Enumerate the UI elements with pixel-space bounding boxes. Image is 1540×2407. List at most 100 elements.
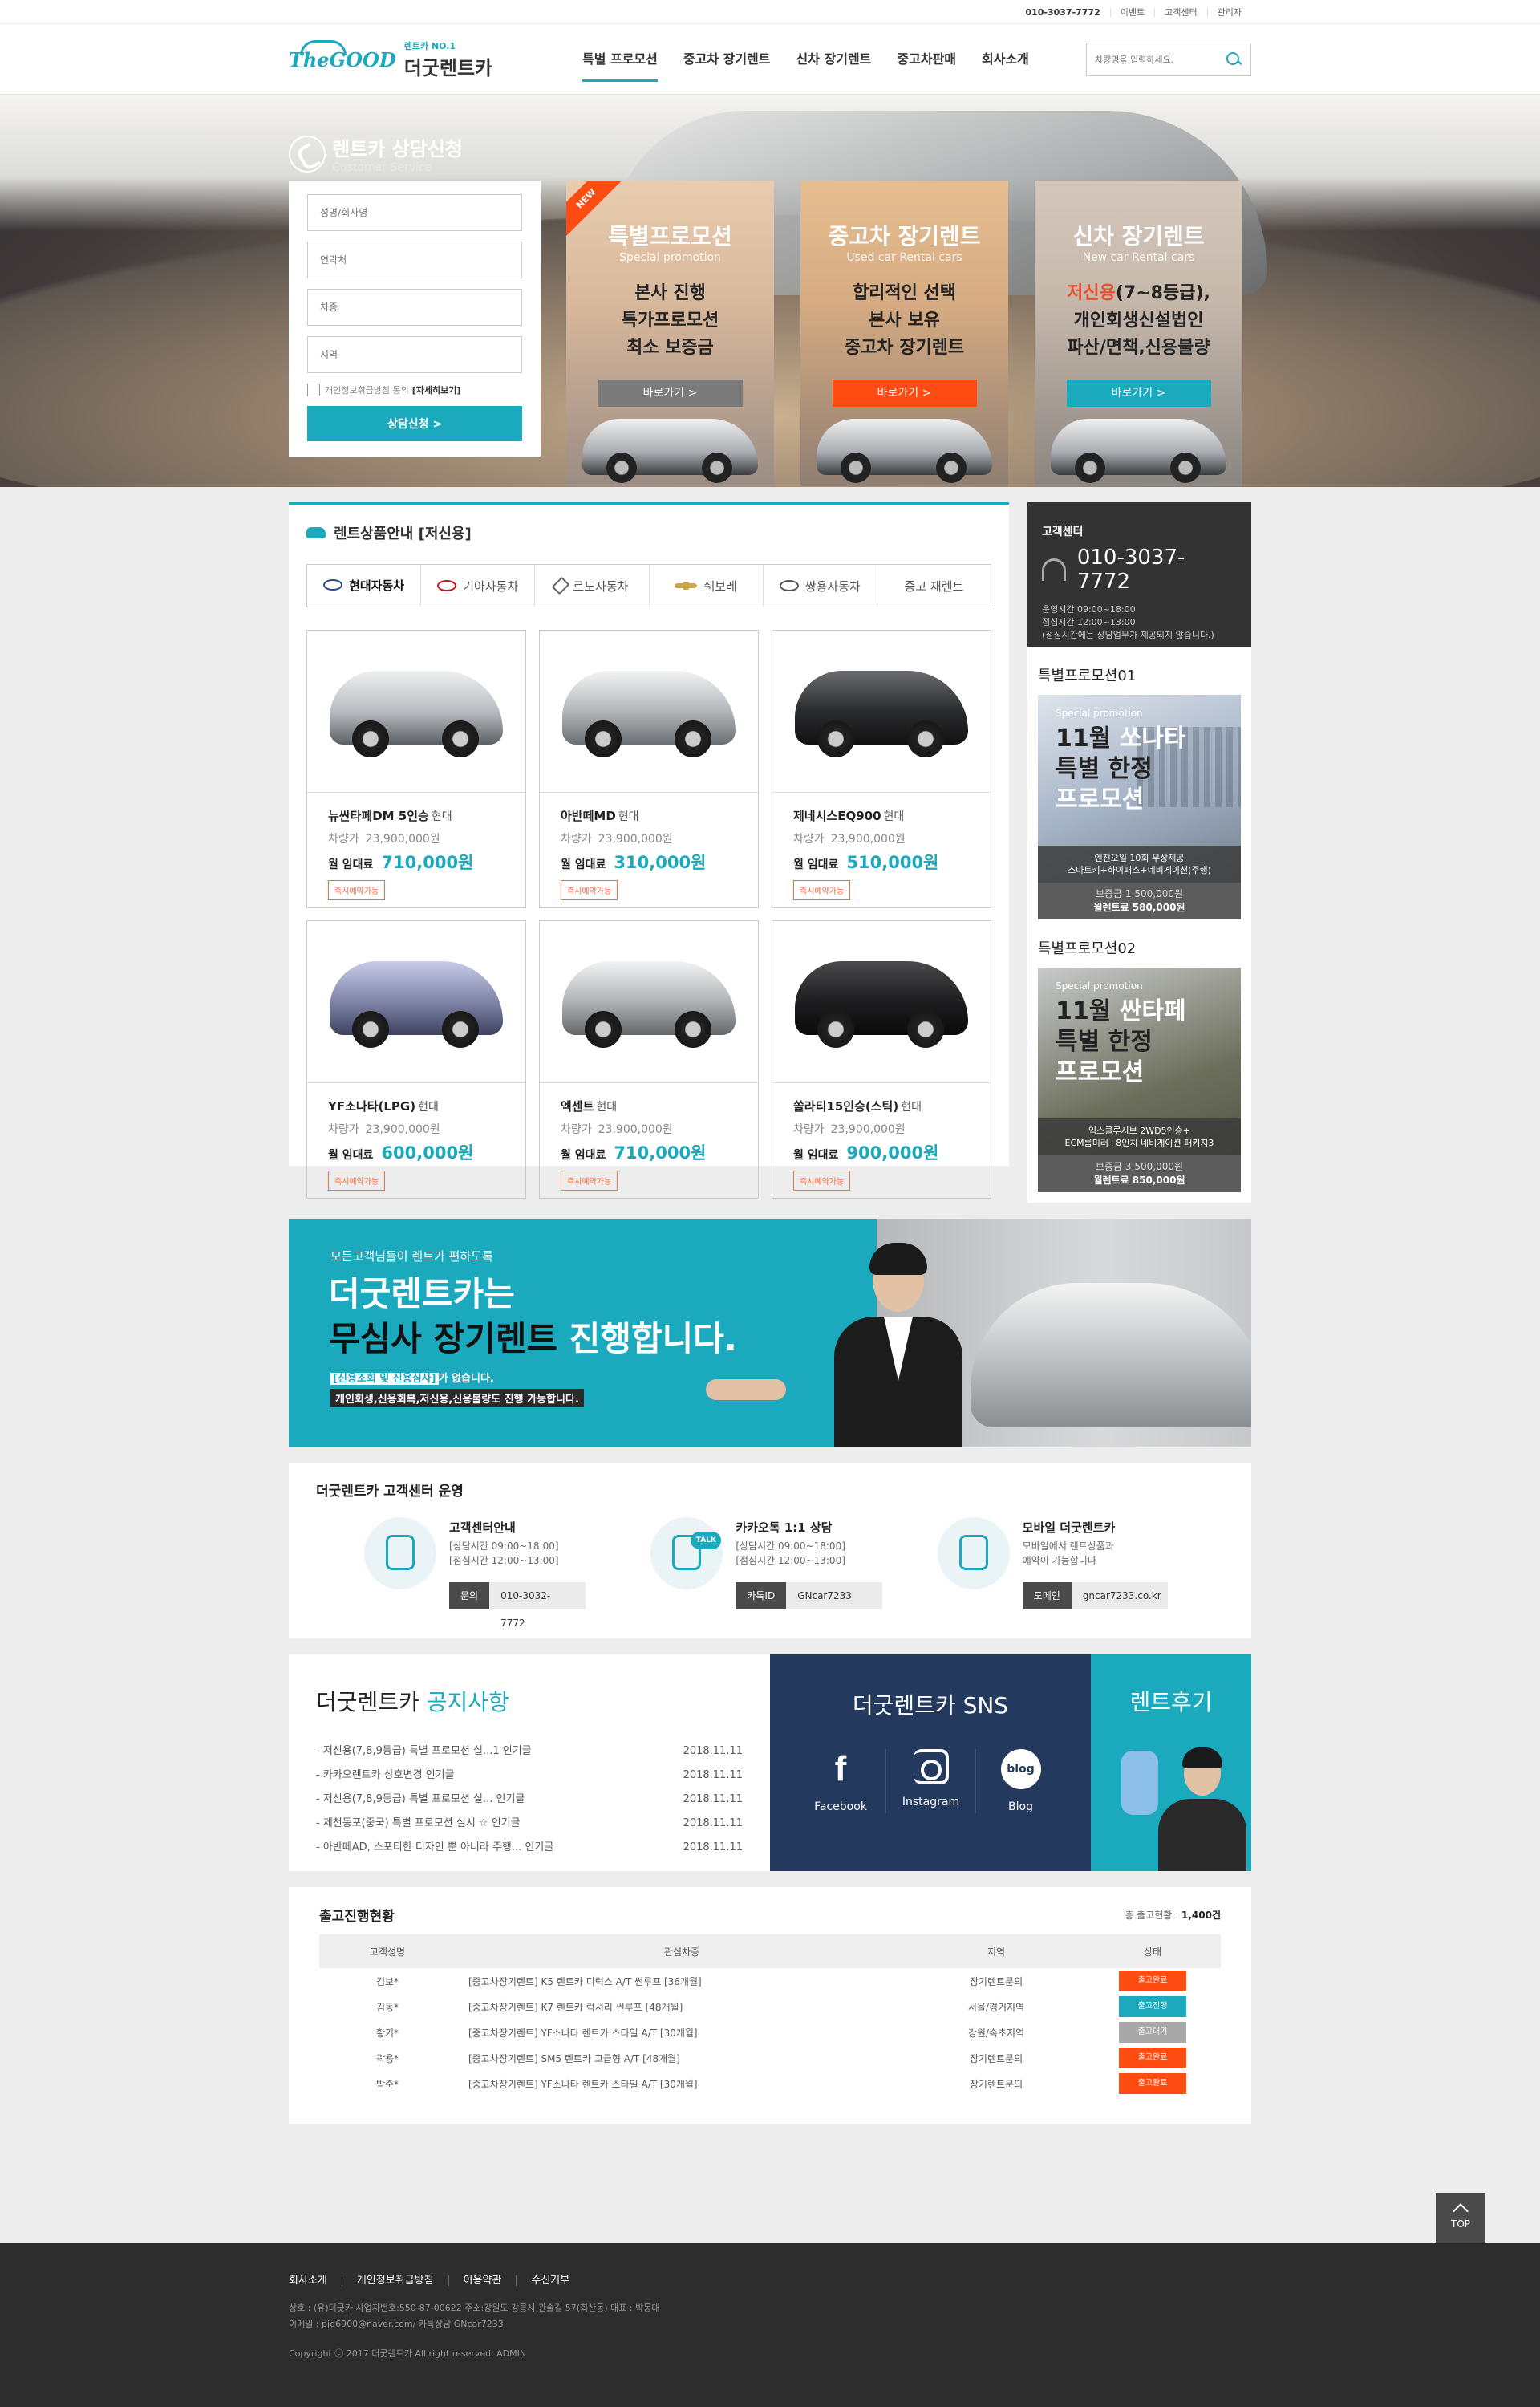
center-item-title: 고객센터안내: [449, 1520, 516, 1535]
nav-used-car-sale[interactable]: 중고차판매: [884, 43, 969, 75]
side-promo-title: 특별프로모션01: [1038, 668, 1137, 684]
product-card[interactable]: 제네시스EQ900 현대 차량가 23,900,000원 월 임대료 510,000원 즉시…: [772, 630, 991, 908]
notice-date: 2018.11.11: [683, 1817, 743, 1829]
reservation-tag[interactable]: 즉시예약가능: [561, 1171, 618, 1191]
tab-renault[interactable]: 르노자동차: [534, 565, 649, 607]
kakaotalk-icon: TALK: [650, 1517, 723, 1589]
promo-line: (7~8등급),: [1115, 283, 1210, 303]
name-field[interactable]: [307, 194, 522, 231]
notice-text: - 제천동포(중국) 특별 프로모션 실시 ☆ 인기글: [316, 1817, 521, 1829]
reservation-tag[interactable]: 즉시예약가능: [561, 880, 618, 900]
product-card[interactable]: 뉴싼타페DM 5인승 현대 차량가 23,900,000원 월 임대료 710,000원 즉…: [306, 630, 526, 908]
promo-go-button[interactable]: 바로가기 >: [598, 380, 743, 407]
product-card[interactable]: 아반떼MD 현대 차량가 23,900,000원 월 임대료 310,000원 즉시예약가능: [539, 630, 759, 908]
footer-link-privacy[interactable]: 개인정보취급방침: [341, 2275, 448, 2286]
sns-instagram[interactable]: Instagram: [886, 1749, 975, 1813]
reservation-tag[interactable]: 즉시예약가능: [793, 1171, 851, 1191]
center-item-contact[interactable]: 카톡ID GNcar7233: [736, 1582, 883, 1609]
nav-new-car-lease[interactable]: 신차 장기렌트: [784, 43, 885, 75]
status-title: 출고진행현황: [319, 1909, 395, 1925]
cs-phone: 010-3037-7772: [1076, 546, 1185, 594]
logo[interactable]: TheGOOD 렌트카 NO.1 더굿렌트카: [289, 39, 529, 80]
sns-title: 더굿렌트카 SNS: [852, 1692, 1009, 1719]
notice-board: 더굿렌트카 공지사항 - 저신용(7,8,9등급) 특별 프로모션 실...1 …: [289, 1654, 770, 1871]
phone-field[interactable]: [307, 242, 522, 278]
reservation-tag[interactable]: 즉시예약가능: [328, 880, 386, 900]
nav-company[interactable]: 회사소개: [969, 43, 1042, 75]
status-table: 고객성명 관심차종 지역 상태 김보* [중고차장기렌트] K5 렌트카 디럭스 …: [319, 1934, 1221, 2096]
promo-go-button[interactable]: 바로가기 >: [1066, 380, 1211, 407]
notice-item[interactable]: - 카카오렌트카 상호변경 인기글 2018.11.11: [316, 1764, 743, 1788]
footer-link-company[interactable]: 회사소개: [289, 2275, 342, 2286]
privacy-detail-link[interactable]: [자세히보기]: [412, 384, 461, 396]
promo-go-button[interactable]: 바로가기 >: [832, 380, 977, 407]
no-screening-ad-banner[interactable]: 모든고객님들이 렌트가 편하도록 더굿렌트카는 무심사 장기렌트 진행합니다. […: [289, 1219, 1251, 1447]
facebook-icon: f: [834, 1749, 847, 1788]
center-item: 모바일 더굿렌트카 모바일에서 렌트상품과 예약이 가능합니다 도메인 gncar723…: [937, 1517, 1224, 1609]
consult-title: 렌트카 상담신청 Customer Service: [289, 133, 463, 174]
promo-card-special[interactable]: NEW 특별프로모션 Special promotion 본사 진행 특가프로모…: [566, 181, 774, 486]
promo-line: 파산/면책,신용불량: [1067, 338, 1210, 358]
region: 장기렌트문의: [969, 1975, 1023, 1987]
product-card[interactable]: 엑센트 현대 차량가 23,900,000원 월 임대료 710,000원 즉시예약가능: [539, 920, 759, 1199]
util-admin-link[interactable]: 관리자: [1206, 7, 1251, 17]
util-support-link[interactable]: 고객센터: [1154, 7, 1206, 17]
review-section[interactable]: 렌트후기: [1091, 1654, 1251, 1871]
top-button[interactable]: TOP: [1436, 2193, 1485, 2243]
side-promotions: 특별프로모션01 Special promotion 11월 쏘나타 특별 한정 프…: [1027, 647, 1251, 1203]
footer-link-unsubscribe[interactable]: 수신거부: [516, 2275, 584, 2286]
privacy-checkbox[interactable]: [307, 384, 320, 396]
tab-kia[interactable]: 기아자동차: [420, 565, 535, 607]
side-promo-banner[interactable]: Special promotion 11월 쏘나타 특별 한정 프로모션 엔진오일 …: [1038, 695, 1241, 919]
car-model-field[interactable]: [307, 289, 522, 326]
reservation-tag[interactable]: 즉시예약가능: [328, 1171, 386, 1191]
promo-card-used[interactable]: 중고차 장기렌트 Used car Rental cars 합리적인 선택 본사…: [800, 181, 1008, 486]
product-card[interactable]: 쏠라티15인승(스틱) 현대 차량가 23,900,000원 월 임대료 900,000원…: [772, 920, 991, 1199]
center-item: TALK 카카오톡 1:1 상담 [상담시간 09:00~18:00] [점심시간 1…: [650, 1517, 937, 1609]
promo-line: 특가프로모션: [621, 311, 719, 331]
sns-facebook[interactable]: f Facebook: [796, 1749, 886, 1813]
notice-item[interactable]: - 저신용(7,8,9등급) 특별 프로모션 실... 인기글 2018.11.1…: [316, 1788, 743, 1812]
status-badge: 출고완료: [1119, 2073, 1186, 2094]
tab-used-rerent[interactable]: 중고 재렌트: [876, 565, 991, 607]
footer: 회사소개 개인정보취급방침 이용약관 수신거부 상호 : (유)더굿카 사업자번…: [0, 2243, 1540, 2407]
product-card[interactable]: YF소나타(LPG) 현대 차량가 23,900,000원 월 임대료 600,000원 즉…: [306, 920, 526, 1199]
consult-submit-button[interactable]: 상담신청 >: [307, 406, 522, 441]
footer-link-terms[interactable]: 이용약관: [448, 2275, 517, 2286]
promo-title: 특별프로모션: [608, 223, 732, 250]
notice-item[interactable]: - 제천동포(중국) 특별 프로모션 실시 ☆ 인기글 2018.11.11: [316, 1812, 743, 1836]
logo-name: 더굿렌트카: [403, 56, 493, 79]
util-event-link[interactable]: 이벤트: [1109, 7, 1154, 17]
search-input[interactable]: [1095, 54, 1225, 65]
product-price: 차량가 23,900,000원: [561, 1123, 673, 1136]
tab-chevrolet[interactable]: 쉐보레: [648, 565, 763, 607]
notice-item[interactable]: - 아반떼AD, 스포티한 디자인 뿐 아니라 주행... 인기글 2018.11…: [316, 1836, 743, 1860]
promo-card-new[interactable]: 신차 장기렌트 New car Rental cars 저신용(7~8등급), …: [1035, 181, 1242, 486]
region-field[interactable]: [307, 336, 522, 373]
promo-line: 본사 진행: [634, 283, 706, 303]
customer-name: 곽용*: [375, 2052, 399, 2064]
sns-blog[interactable]: blog Blog: [975, 1749, 1065, 1813]
center-item-contact[interactable]: 도메인 gncar7233.co.kr: [1022, 1582, 1168, 1609]
tab-hyundai[interactable]: 현대자동차: [307, 565, 421, 607]
delivery-status: 출고진행현황 총 출고현황 : 1,400건 고객성명 관심차종 지역 상태 김…: [289, 1887, 1251, 2124]
tab-ssangyong[interactable]: 쌍용자동차: [762, 565, 877, 607]
nav-used-car-lease[interactable]: 중고차 장기렌트: [671, 43, 784, 75]
side-promo-banner[interactable]: Special promotion 11월 싼타페 특별 한정 프로모션 익스클루시…: [1038, 968, 1241, 1192]
product-image: [307, 631, 525, 793]
notice-item[interactable]: - 저신용(7,8,9등급) 특별 프로모션 실...1 인기글 2018.11.…: [316, 1739, 743, 1764]
nav-special-promotion[interactable]: 특별 프로모션: [569, 43, 671, 82]
promo-subtitle: New car Rental cars: [1082, 251, 1195, 264]
center-item-contact[interactable]: 문의 010-3032-7772: [449, 1582, 594, 1629]
review-model-image: [1158, 1747, 1246, 1871]
reservation-tag[interactable]: 즉시예약가능: [793, 880, 851, 900]
search-icon[interactable]: [1225, 51, 1242, 68]
main-nav: 특별 프로모션 중고차 장기렌트 신차 장기렌트 중고차판매 회사소개: [569, 43, 1042, 82]
ad-note: [신용조회 및 신용심사] 가 없습니다.: [330, 1370, 494, 1385]
product-image: [540, 921, 758, 1083]
col-header: 고객성명: [319, 1934, 456, 1968]
review-title: 렌트후기: [1129, 1689, 1213, 1715]
center-title: 더굿렌트카 고객센터 운영: [316, 1484, 464, 1500]
center-item-title: 모바일 더굿렌트카: [1022, 1520, 1116, 1535]
ad-note-2: 개인회생,신용회복,저신용,신용불량도 진행 가능합니다.: [330, 1389, 584, 1407]
